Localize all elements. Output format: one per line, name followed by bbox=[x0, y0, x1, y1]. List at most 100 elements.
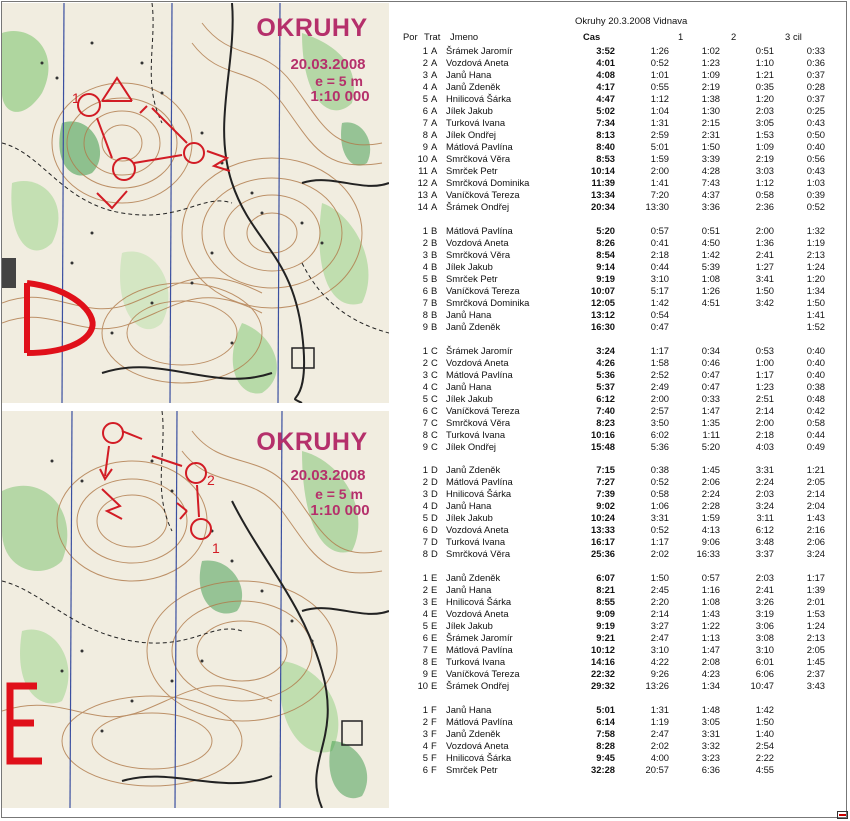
table-row: 6 A Jílek Jakub 5:02 1:04 1:30 2:03 0:25 bbox=[395, 105, 847, 117]
cell-place: 9 bbox=[422, 668, 428, 679]
cell-split-1: 0:55 bbox=[650, 81, 669, 92]
cell-finish-split: 1:45 bbox=[806, 656, 825, 667]
table-row: 3 D Hnilicová Šárka 7:39 0:58 2:24 2:03 2:14 bbox=[395, 488, 847, 500]
table-row: 7 A Turková Ivana 7:34 1:31 2:15 3:05 0:43 bbox=[395, 117, 847, 129]
cell-split-3: 1:53 bbox=[755, 129, 774, 140]
cell-split-1: 3:10 bbox=[650, 273, 669, 284]
cell-finish-split: 2:06 bbox=[806, 536, 825, 547]
cell-split-2: 1:09 bbox=[701, 69, 720, 80]
cell-split-2: 1:38 bbox=[701, 93, 720, 104]
cell-time: 11:39 bbox=[591, 177, 615, 188]
cell-split-2: 4:28 bbox=[701, 165, 720, 176]
cell-course: A bbox=[431, 117, 438, 128]
table-row: 7 C Smrčková Věra 8:23 3:50 1:35 2:00 0:58 bbox=[395, 417, 847, 429]
cell-split-3: 10:47 bbox=[750, 680, 774, 691]
cell-time: 15:48 bbox=[591, 441, 615, 452]
table-row: 1 A Šrámek Jaromír 3:52 1:26 1:02 0:51 0:33 bbox=[395, 45, 847, 57]
cell-split-3: 3:41 bbox=[755, 273, 774, 284]
cell-split-1: 1:26 bbox=[650, 45, 669, 56]
cell-split-2: 1:45 bbox=[701, 464, 720, 475]
cell-place: 4 bbox=[422, 740, 428, 751]
cell-name: Hnilicová Šárka bbox=[446, 752, 512, 763]
results-table: Okruhy 20.3.2008 Vidnava Por Trat Jmeno … bbox=[395, 4, 847, 809]
cell-place: 1 bbox=[422, 225, 428, 236]
cell-place: 6 bbox=[422, 405, 428, 416]
cell-name: Šrámek Ondřej bbox=[446, 201, 510, 212]
cell-split-1: 13:30 bbox=[645, 201, 669, 212]
cell-place: 1 bbox=[422, 572, 428, 583]
cell-time: 7:39 bbox=[596, 488, 615, 499]
cell-time: 32:28 bbox=[591, 764, 615, 775]
cell-split-3: 1:20 bbox=[755, 93, 774, 104]
cell-time: 6:14 bbox=[596, 716, 615, 727]
table-row: 3 A Janů Hana 4:08 1:01 1:09 1:21 0:37 bbox=[395, 69, 847, 81]
cell-finish-split: 2:13 bbox=[806, 632, 825, 643]
cell-finish-split: 0:37 bbox=[806, 93, 825, 104]
cell-course: A bbox=[431, 129, 438, 140]
cell-time: 5:20 bbox=[596, 225, 615, 236]
cell-split-2: 1:23 bbox=[701, 57, 720, 68]
table-row: 5 F Hnilicová Šárka 9:45 4:00 3:23 2:22 bbox=[395, 752, 847, 764]
cell-time: 7:58 bbox=[596, 728, 615, 739]
cell-split-1: 6:02 bbox=[650, 429, 669, 440]
cell-name: Jílek Ondřej bbox=[446, 441, 497, 452]
cell-split-3: 3:08 bbox=[755, 632, 774, 643]
cell-time: 6:12 bbox=[596, 393, 615, 404]
cell-name: Turková Ivana bbox=[446, 536, 506, 547]
cell-finish-split: 2:04 bbox=[806, 500, 825, 511]
cell-course: E bbox=[431, 632, 438, 643]
cell-split-3: 2:22 bbox=[755, 752, 774, 763]
cell-name: Šrámek Jaromír bbox=[446, 632, 513, 643]
cell-time: 9:45 bbox=[596, 752, 615, 763]
table-row: 3 B Smrčková Věra 8:54 2:18 1:42 2:41 2:13 bbox=[395, 249, 847, 261]
cell-course: D bbox=[431, 488, 438, 499]
cell-name: Mátlová Pavlína bbox=[446, 225, 513, 236]
cell-place: 3 bbox=[422, 369, 428, 380]
cell-split-1: 5:01 bbox=[650, 141, 669, 152]
cell-place: 9 bbox=[422, 321, 428, 332]
cell-split-3: 2:36 bbox=[755, 201, 774, 212]
cell-name: Jílek Jakub bbox=[446, 512, 493, 523]
cell-name: Jílek Jakub bbox=[446, 620, 493, 631]
cell-split-2: 7:43 bbox=[701, 177, 720, 188]
cell-place: 4 bbox=[422, 608, 428, 619]
cell-split-2: 4:37 bbox=[701, 189, 720, 200]
cell-name: Mátlová Pavlína bbox=[446, 476, 513, 487]
cell-name: Janů Zdeněk bbox=[446, 464, 501, 475]
cell-split-3: 3:31 bbox=[755, 464, 774, 475]
cell-course: A bbox=[431, 141, 438, 152]
table-row: 9 B Janů Zdeněk 16:30 0:47 1:52 bbox=[395, 321, 847, 333]
cell-course: C bbox=[431, 429, 438, 440]
cell-course: F bbox=[431, 764, 437, 775]
cell-split-2: 1:16 bbox=[701, 584, 720, 595]
cell-place: 10 bbox=[417, 153, 428, 164]
cell-name: Mátlová Pavlína bbox=[446, 644, 513, 655]
cell-name: Janů Zdeněk bbox=[446, 728, 501, 739]
cell-split-2: 4:23 bbox=[701, 668, 720, 679]
cell-split-3: 1:21 bbox=[755, 69, 774, 80]
cell-split-1: 0:52 bbox=[650, 476, 669, 487]
header-finish: cil bbox=[793, 31, 802, 42]
cell-course: B bbox=[431, 297, 438, 308]
cell-time: 8:28 bbox=[596, 740, 615, 751]
cell-finish-split: 0:33 bbox=[806, 45, 825, 56]
cell-finish-split: 1:34 bbox=[806, 285, 825, 296]
cell-course: C bbox=[431, 345, 438, 356]
cell-name: Vozdová Aneta bbox=[446, 740, 509, 751]
cell-name: Hnilicová Šárka bbox=[446, 596, 512, 607]
table-row: 2 F Mátlová Pavlína 6:14 1:19 3:05 1:50 bbox=[395, 716, 847, 728]
table-row: 11 A Smrček Petr 10:14 2:00 4:28 3:03 0:43 bbox=[395, 165, 847, 177]
cell-time: 5:01 bbox=[596, 704, 615, 715]
table-row: 2 C Vozdová Aneta 4:26 1:58 0:46 1:00 0:40 bbox=[395, 357, 847, 369]
cell-time: 14:16 bbox=[591, 656, 615, 667]
cell-finish-split: 1:43 bbox=[806, 512, 825, 523]
table-row: 4 A Janů Zdeněk 4:17 0:55 2:19 0:35 0:28 bbox=[395, 81, 847, 93]
cell-split-2: 1:50 bbox=[701, 141, 720, 152]
cell-split-1: 2:45 bbox=[650, 584, 669, 595]
cell-split-3: 2:41 bbox=[755, 249, 774, 260]
cell-place: 4 bbox=[422, 81, 428, 92]
cell-name: Smrčková Věra bbox=[446, 417, 511, 428]
map-e-equidistance: e = 5 m bbox=[315, 486, 363, 502]
cell-split-3: 2:18 bbox=[755, 429, 774, 440]
cell-finish-split: 1:32 bbox=[806, 225, 825, 236]
